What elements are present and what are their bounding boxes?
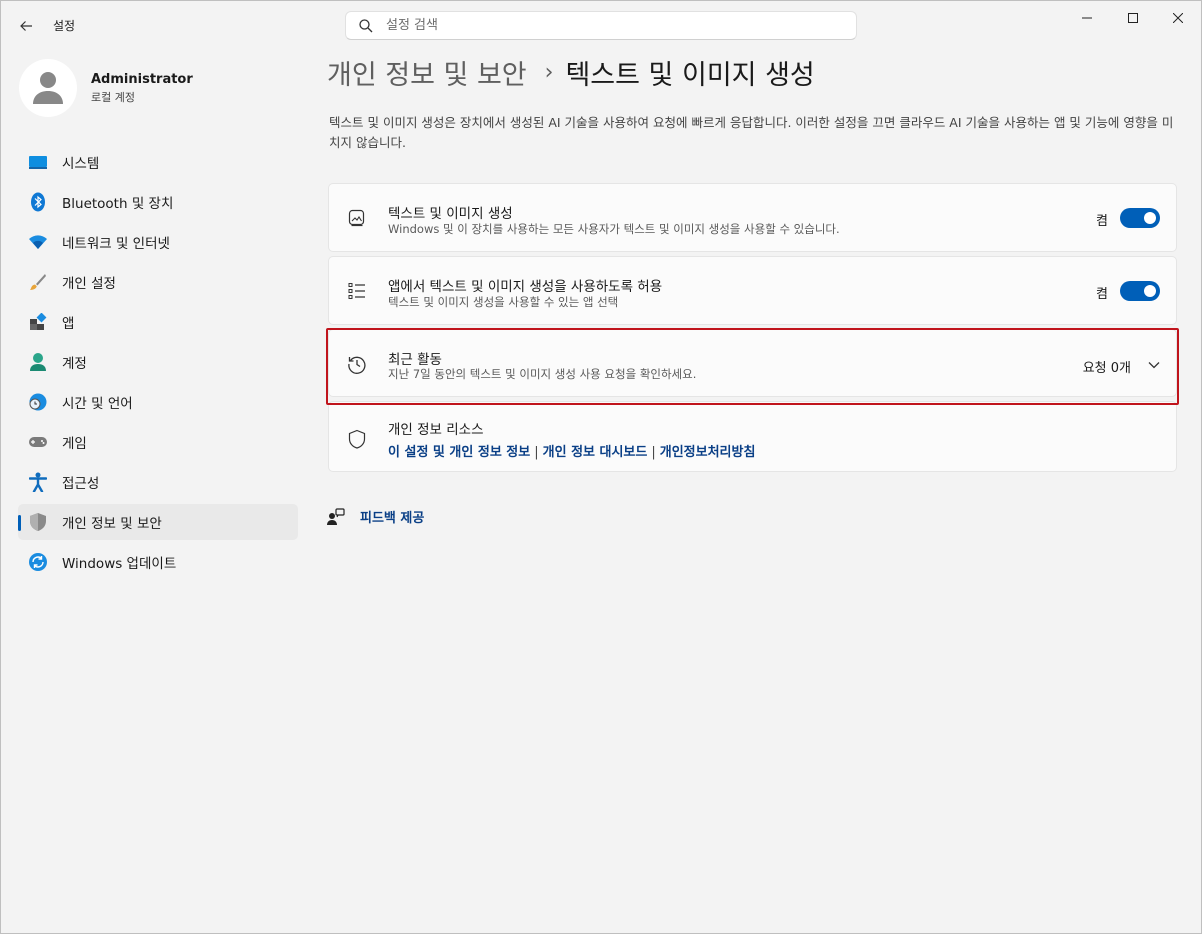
breadcrumb: 개인 정보 및 보안 › 텍스트 및 이미지 생성 [327,53,815,92]
minimize-icon [1082,17,1092,19]
brush-icon [28,272,48,292]
allow-apps-toggle[interactable] [1120,281,1160,301]
maximize-icon [1128,13,1138,23]
sidebar-item-label: 게임 [62,436,87,452]
toggle-state-label: 켬 [1096,287,1108,302]
profile-account-type: 로컬 계정 [91,90,135,104]
wifi-icon [28,232,48,252]
setting-title: 텍스트 및 이미지 생성 [388,206,513,222]
setting-card-allow-apps[interactable]: 앱에서 텍스트 및 이미지 생성을 사용하도록 허용 텍스트 및 이미지 생성을… [328,256,1177,325]
feedback-icon [327,507,345,525]
privacy-statement-link[interactable]: 개인정보처리방침 [660,445,756,460]
setting-card-recent-activity[interactable]: 최근 활동 지난 7일 동안의 텍스트 및 이미지 생성 사용 요청을 확인하세… [328,329,1177,397]
sidebar-item-label: 접근성 [62,476,100,492]
link-separator: | [534,445,539,460]
privacy-settings-info-link[interactable]: 이 설정 및 개인 정보 정보 [388,445,530,460]
time-language-icon [28,392,48,412]
sidebar-item-label: 시간 및 언어 [62,396,133,412]
user-profile[interactable]: Administrator 로컬 계정 [19,59,193,117]
sidebar-item-windows-update[interactable]: Windows 업데이트 [18,544,298,580]
accessibility-icon [28,472,48,492]
avatar [19,59,77,117]
sidebar-item-system[interactable]: 시스템 [18,144,298,180]
page-description: 텍스트 및 이미지 생성은 장치에서 생성된 AI 기술을 사용하여 요청에 빠… [329,115,1174,150]
maximize-button[interactable] [1110,1,1156,35]
search-icon [359,18,373,32]
search-box[interactable] [345,11,857,40]
app-title: 설정 [53,19,76,33]
sidebar-item-label: Windows 업데이트 [62,556,177,572]
setting-subtitle: Windows 및 이 장치를 사용하는 모든 사용자가 텍스트 및 이미지 생… [388,222,840,236]
setting-card-privacy-resources: 개인 정보 리소스 이 설정 및 개인 정보 정보 | 개인 정보 대시보드 | 개인정… [328,401,1177,472]
breadcrumb-separator: › [544,60,554,85]
close-icon [1173,13,1183,23]
text-image-generation-toggle[interactable] [1120,208,1160,228]
sidebar-item-label: 개인 설정 [62,276,116,292]
bluetooth-icon [28,192,48,212]
feedback-link[interactable]: 피드백 제공 [327,507,424,526]
sidebar-item-accounts[interactable]: 계정 [18,344,298,380]
toggle-state-label: 켬 [1096,214,1108,229]
setting-card-text-image-generation: 텍스트 및 이미지 생성 Windows 및 이 장치를 사용하는 모든 사용자… [328,183,1177,252]
profile-name: Administrator [91,71,193,87]
title-bar: 설정 [1,1,1201,49]
toggle-knob [1144,212,1156,224]
sidebar-item-label: Bluetooth 및 장치 [62,196,174,212]
history-icon [348,356,366,374]
setting-subtitle: 지난 7일 동안의 텍스트 및 이미지 생성 사용 요청을 확인하세요. [388,367,697,381]
sidebar-item-label: 네트워크 및 인터넷 [62,236,170,252]
sidebar-item-time-language[interactable]: 시간 및 언어 [18,384,298,420]
sidebar-item-privacy-security[interactable]: 개인 정보 및 보안 [18,504,298,540]
minimize-button[interactable] [1064,1,1110,35]
sidebar-item-network[interactable]: 네트워크 및 인터넷 [18,224,298,260]
update-icon [28,552,48,572]
sidebar-item-bluetooth[interactable]: Bluetooth 및 장치 [18,184,298,220]
feedback-label: 피드백 제공 [360,511,425,526]
user-avatar-icon [33,72,63,104]
image-generation-icon [348,209,365,227]
sidebar-item-gaming[interactable]: 게임 [18,424,298,460]
breadcrumb-parent-link[interactable]: 개인 정보 및 보안 [327,53,527,92]
shield-icon [28,512,48,532]
back-button[interactable] [15,15,37,37]
sidebar-item-accessibility[interactable]: 접근성 [18,464,298,500]
chevron-down-icon[interactable] [1146,357,1162,373]
page-title: 텍스트 및 이미지 생성 [565,60,815,91]
sidebar-item-label: 앱 [62,316,75,332]
setting-title: 최근 활동 [388,352,442,368]
account-icon [28,352,48,372]
system-icon [28,152,48,172]
sidebar-item-apps[interactable]: 앱 [18,304,298,340]
privacy-dashboard-link[interactable]: 개인 정보 대시보드 [543,445,648,460]
sidebar-item-label: 시스템 [62,156,100,172]
apps-icon [28,312,48,332]
sidebar-item-personalization[interactable]: 개인 설정 [18,264,298,300]
gamepad-icon [28,432,48,452]
setting-subtitle: 텍스트 및 이미지 생성을 사용할 수 있는 앱 선택 [388,295,619,309]
setting-title: 개인 정보 리소스 [388,422,484,438]
search-input[interactable] [384,17,828,34]
close-button[interactable] [1155,1,1201,35]
setting-title: 앱에서 텍스트 및 이미지 생성을 사용하도록 허용 [388,279,663,295]
privacy-links: 이 설정 및 개인 정보 정보 | 개인 정보 대시보드 | 개인정보처리방침 [388,441,755,460]
sidebar-item-label: 계정 [62,356,87,372]
list-icon [348,283,365,299]
sidebar-nav: 시스템 Bluetooth 및 장치 네트워크 및 인터넷 개인 설정 앱 계정… [18,144,298,584]
back-arrow-icon [20,21,32,31]
request-count: 요청 0개 [1082,361,1131,376]
toggle-knob [1144,285,1156,297]
sidebar-item-label: 개인 정보 및 보안 [62,516,162,532]
shield-outline-icon [348,429,366,449]
settings-window: 설정 Administrator 로컬 계정 시스템 [0,0,1202,934]
link-separator: | [651,445,656,460]
